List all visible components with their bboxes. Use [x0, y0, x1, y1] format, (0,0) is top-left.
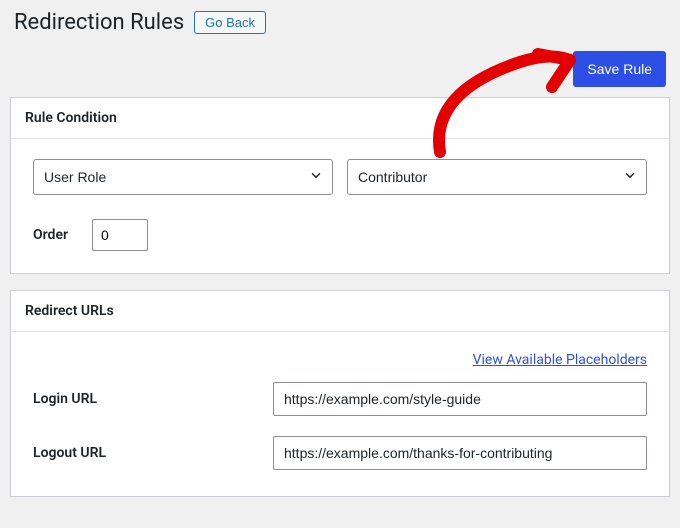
order-input[interactable] [92, 219, 148, 251]
save-rule-button[interactable]: Save Rule [573, 51, 666, 87]
rule-condition-title: Rule Condition [11, 98, 669, 139]
login-url-input[interactable] [273, 382, 647, 416]
redirect-urls-panel: Redirect URLs View Available Placeholder… [10, 290, 670, 497]
order-label: Order [33, 227, 68, 243]
go-back-button[interactable]: Go Back [194, 11, 266, 34]
condition-value-select[interactable]: Contributor [347, 159, 647, 195]
login-url-label: Login URL [33, 391, 273, 407]
view-placeholders-link[interactable]: View Available Placeholders [473, 352, 647, 368]
page-title: Redirection Rules [14, 10, 184, 35]
condition-type-select[interactable]: User Role [33, 159, 333, 195]
redirect-urls-title: Redirect URLs [11, 291, 669, 332]
rule-condition-panel: Rule Condition User Role Contributor Ord… [10, 97, 670, 274]
logout-url-label: Logout URL [33, 445, 273, 461]
logout-url-input[interactable] [273, 436, 647, 470]
